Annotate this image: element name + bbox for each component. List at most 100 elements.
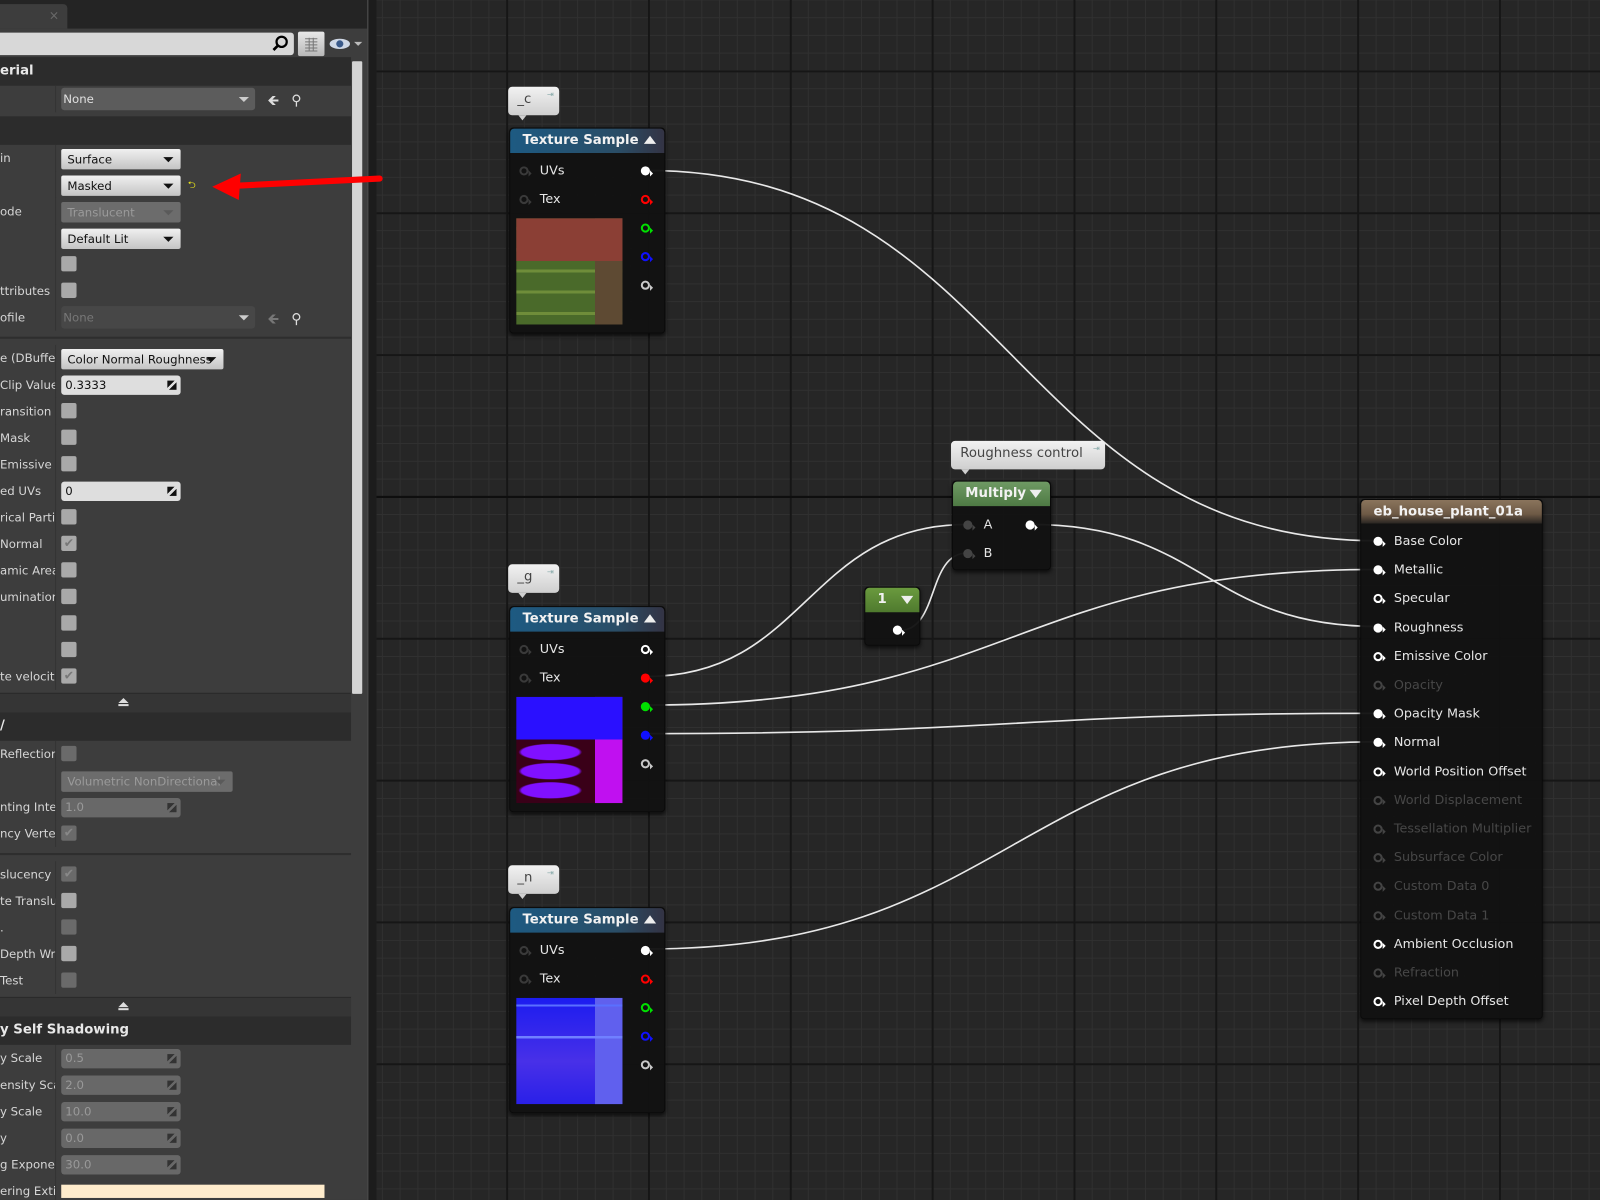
input-pin-specular[interactable] — [1373, 594, 1386, 604]
material-result-node[interactable]: eb_house_plant_01a Base Color Metallic Spec… — [1360, 498, 1543, 1020]
output-pin[interactable] — [892, 625, 906, 636]
input-pin-normal[interactable] — [1373, 738, 1386, 748]
input-pin-tessellation-multiplier[interactable] — [1373, 824, 1386, 835]
drag-handle-icon[interactable] — [167, 1054, 177, 1064]
search-input[interactable] — [0, 32, 266, 56]
view-options-button[interactable] — [329, 34, 366, 54]
checkbox[interactable] — [61, 641, 77, 658]
checkbox[interactable] — [61, 562, 77, 578]
checkbox[interactable]: ✔ — [61, 535, 77, 552]
input-pin-uvs[interactable] — [519, 644, 532, 655]
texture-sample-node[interactable]: Texture Sample UVs Tex — [509, 127, 666, 334]
dropdown[interactable]: Masked — [61, 175, 181, 196]
asset-picker[interactable]: None — [61, 87, 256, 111]
input-pin-ambient-occlusion[interactable] — [1373, 939, 1386, 950]
tab-details[interactable]: × — [0, 4, 68, 29]
node-comment[interactable]: _c ⇥ — [508, 86, 560, 121]
comment-pin-icon[interactable]: ⇥ — [1093, 444, 1101, 464]
input-pin-refraction[interactable] — [1373, 968, 1386, 979]
output-pin-a[interactable] — [640, 1060, 654, 1070]
dropdown[interactable]: Default Lit — [61, 228, 181, 249]
texture-sample-node[interactable]: Texture Sample UVs Tex — [509, 606, 666, 813]
output-pin-b[interactable] — [640, 252, 654, 262]
node-header[interactable]: 1 — [865, 587, 920, 613]
input-pin-tex[interactable] — [519, 974, 532, 985]
category-header[interactable]: erial — [0, 57, 352, 86]
numeric-input[interactable]: 0 — [61, 481, 181, 502]
dropdown[interactable]: Color Normal Roughness — [61, 348, 224, 370]
texture-sample-node[interactable]: Texture Sample UVs Tex — [509, 907, 666, 1114]
input-pin-custom-data-1[interactable] — [1373, 910, 1386, 921]
input-pin-tex[interactable] — [519, 673, 532, 684]
constant-node[interactable]: 1 — [864, 586, 921, 646]
color-swatch[interactable] — [61, 1184, 325, 1198]
node-comment[interactable]: _g ⇥ — [508, 564, 560, 598]
input-pin-roughness[interactable] — [1373, 623, 1386, 633]
output-pin-a[interactable] — [640, 759, 654, 769]
input-pin-world-displacement[interactable] — [1373, 795, 1386, 806]
node-header[interactable]: eb_house_plant_01a — [1361, 499, 1542, 524]
drag-handle-icon[interactable] — [167, 1160, 177, 1170]
checkbox[interactable]: ✔ — [61, 668, 77, 684]
checkbox[interactable] — [61, 945, 77, 962]
input-pin-custom-data-0[interactable] — [1373, 882, 1386, 892]
output-pin-g[interactable] — [640, 1003, 654, 1013]
node-comment[interactable]: Roughness control ⇥ — [951, 440, 1106, 475]
category-header[interactable]: / — [0, 712, 352, 741]
browse-search-icon[interactable]: ⚲ — [291, 93, 301, 109]
node-header[interactable]: Multiply — [953, 481, 1050, 507]
collapse-node-icon[interactable] — [643, 135, 657, 144]
dropdown[interactable]: Surface — [61, 148, 181, 170]
collapse-node-icon[interactable] — [1029, 489, 1042, 498]
output-pin-r[interactable] — [640, 974, 654, 985]
node-header[interactable]: Texture Sample — [510, 607, 665, 632]
advanced-toggle[interactable] — [0, 692, 352, 713]
input-pin-tex[interactable] — [519, 194, 532, 205]
collapse-node-icon[interactable] — [901, 595, 914, 605]
input-pin-b[interactable] — [963, 548, 976, 559]
input-pin-base-color[interactable] — [1373, 536, 1386, 547]
output-pin-rgb[interactable] — [640, 644, 654, 655]
input-pin-emissive-color[interactable] — [1373, 651, 1386, 662]
reset-to-default-icon[interactable]: ⮌ — [188, 178, 196, 195]
use-selected-arrow-icon[interactable]: 🡸 — [267, 93, 279, 109]
category-header[interactable]: y Self Shadowing — [0, 1016, 352, 1045]
checkbox[interactable] — [61, 256, 77, 272]
input-pin-uvs[interactable] — [519, 166, 532, 177]
input-pin-metallic[interactable] — [1373, 565, 1386, 576]
collapse-node-icon[interactable] — [643, 614, 657, 623]
output-pin[interactable] — [1025, 520, 1038, 531]
close-icon[interactable]: × — [49, 8, 59, 22]
input-pin-opacity[interactable] — [1373, 680, 1386, 691]
checkbox[interactable] — [61, 282, 77, 298]
node-header[interactable]: Texture Sample — [510, 908, 665, 933]
multiply-node[interactable]: Multiply A B — [952, 480, 1052, 571]
checkbox[interactable] — [61, 615, 77, 631]
drag-handle-icon[interactable] — [167, 1107, 177, 1117]
details-scrollbar[interactable] — [352, 61, 363, 694]
drag-handle-icon[interactable] — [167, 380, 177, 390]
browse-search-icon[interactable]: ⚲ — [291, 311, 301, 327]
collapse-node-icon[interactable] — [643, 915, 657, 924]
input-pin-uvs[interactable] — [519, 945, 532, 956]
checkbox[interactable] — [61, 892, 77, 909]
output-pin-b[interactable] — [640, 730, 654, 741]
category-header[interactable] — [0, 116, 352, 145]
numeric-input[interactable]: 0.3333 — [61, 375, 181, 395]
comment-pin-icon[interactable]: ⇥ — [547, 567, 555, 587]
output-pin-g[interactable] — [640, 702, 654, 712]
search-icon[interactable] — [271, 35, 289, 53]
comment-pin-icon[interactable]: ⇥ — [547, 90, 555, 110]
checkbox[interactable] — [61, 509, 77, 525]
output-pin-rgb[interactable] — [640, 166, 654, 177]
output-pin-b[interactable] — [640, 1031, 654, 1042]
node-header[interactable]: Texture Sample — [510, 128, 665, 154]
output-pin-r[interactable] — [640, 673, 654, 684]
output-pin-g[interactable] — [640, 223, 654, 234]
drag-handle-icon[interactable] — [167, 803, 177, 813]
output-pin-r[interactable] — [640, 194, 654, 205]
property-matrix-button[interactable] — [297, 31, 325, 57]
checkbox[interactable] — [61, 588, 77, 605]
input-pin-a[interactable] — [963, 520, 976, 531]
drag-handle-icon[interactable] — [167, 1133, 177, 1143]
